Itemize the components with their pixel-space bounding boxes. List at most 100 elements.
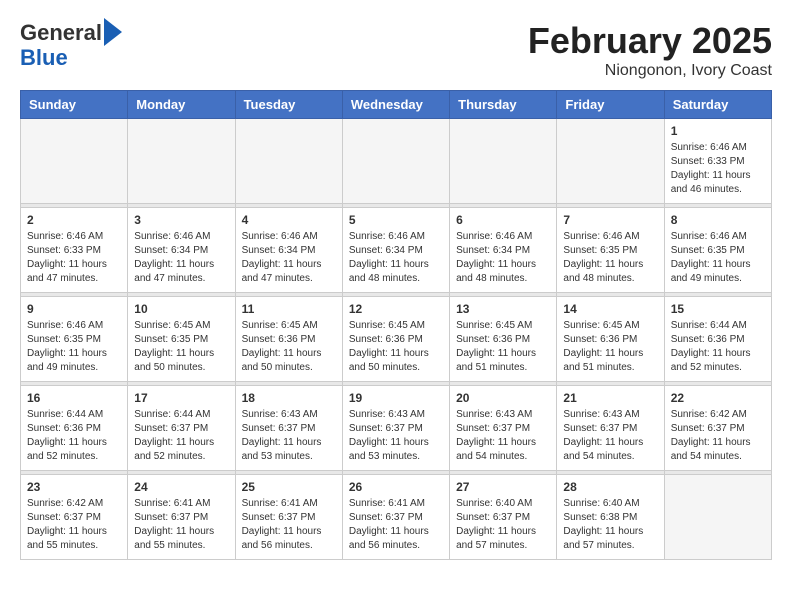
logo-blue: Blue — [20, 45, 68, 70]
day-info: Sunrise: 6:46 AM Sunset: 6:34 PM Dayligh… — [349, 230, 443, 286]
day-info: Sunrise: 6:45 AM Sunset: 6:36 PM Dayligh… — [456, 319, 550, 375]
day-number: 1 — [671, 124, 765, 138]
day-number: 20 — [456, 391, 550, 405]
day-number: 10 — [134, 302, 228, 316]
calendar-week-row: 16 Sunrise: 6:44 AM Sunset: 6:36 PM Dayli… — [21, 386, 772, 471]
calendar-subtitle: Niongonon, Ivory Coast — [528, 62, 772, 80]
logo-general: General — [20, 21, 102, 45]
calendar-cell: 21 Sunrise: 6:43 AM Sunset: 6:37 PM Dayli… — [557, 386, 664, 471]
calendar-cell — [557, 119, 664, 204]
day-info: Sunrise: 6:40 AM Sunset: 6:38 PM Dayligh… — [563, 497, 657, 553]
calendar-cell: 10 Sunrise: 6:45 AM Sunset: 6:35 PM Dayli… — [128, 297, 235, 382]
calendar-cell: 8 Sunrise: 6:46 AM Sunset: 6:35 PM Daylig… — [664, 208, 771, 293]
day-number: 22 — [671, 391, 765, 405]
day-info: Sunrise: 6:46 AM Sunset: 6:33 PM Dayligh… — [27, 230, 121, 286]
calendar-cell — [128, 119, 235, 204]
calendar-cell: 5 Sunrise: 6:46 AM Sunset: 6:34 PM Daylig… — [342, 208, 449, 293]
day-number: 2 — [27, 213, 121, 227]
day-info: Sunrise: 6:45 AM Sunset: 6:36 PM Dayligh… — [349, 319, 443, 375]
day-info: Sunrise: 6:41 AM Sunset: 6:37 PM Dayligh… — [349, 497, 443, 553]
day-info: Sunrise: 6:43 AM Sunset: 6:37 PM Dayligh… — [563, 408, 657, 464]
day-number: 27 — [456, 480, 550, 494]
day-info: Sunrise: 6:42 AM Sunset: 6:37 PM Dayligh… — [27, 497, 121, 553]
day-info: Sunrise: 6:44 AM Sunset: 6:36 PM Dayligh… — [27, 408, 121, 464]
calendar-cell: 22 Sunrise: 6:42 AM Sunset: 6:37 PM Dayli… — [664, 386, 771, 471]
calendar-cell: 24 Sunrise: 6:41 AM Sunset: 6:37 PM Dayli… — [128, 475, 235, 560]
day-info: Sunrise: 6:46 AM Sunset: 6:33 PM Dayligh… — [671, 141, 765, 197]
weekday-header-saturday: Saturday — [664, 91, 771, 119]
day-info: Sunrise: 6:40 AM Sunset: 6:37 PM Dayligh… — [456, 497, 550, 553]
day-number: 13 — [456, 302, 550, 316]
day-info: Sunrise: 6:46 AM Sunset: 6:34 PM Dayligh… — [242, 230, 336, 286]
day-info: Sunrise: 6:46 AM Sunset: 6:35 PM Dayligh… — [27, 319, 121, 375]
calendar-cell: 2 Sunrise: 6:46 AM Sunset: 6:33 PM Daylig… — [21, 208, 128, 293]
page-header: General Blue February 2025 Niongonon, Iv… — [20, 20, 772, 80]
day-number: 6 — [456, 213, 550, 227]
day-info: Sunrise: 6:44 AM Sunset: 6:37 PM Dayligh… — [134, 408, 228, 464]
day-number: 23 — [27, 480, 121, 494]
calendar-cell — [450, 119, 557, 204]
calendar-week-row: 9 Sunrise: 6:46 AM Sunset: 6:35 PM Daylig… — [21, 297, 772, 382]
calendar-cell — [664, 475, 771, 560]
calendar-cell: 13 Sunrise: 6:45 AM Sunset: 6:36 PM Dayli… — [450, 297, 557, 382]
day-number: 25 — [242, 480, 336, 494]
title-block: February 2025 Niongonon, Ivory Coast — [528, 20, 772, 80]
calendar-cell: 20Sunrise: 6:43 AM Sunset: 6:37 PM Dayli… — [450, 386, 557, 471]
day-number: 8 — [671, 213, 765, 227]
calendar-cell: 28 Sunrise: 6:40 AM Sunset: 6:38 PM Dayli… — [557, 475, 664, 560]
calendar-cell: 4Sunrise: 6:46 AM Sunset: 6:34 PM Daylig… — [235, 208, 342, 293]
weekday-header-tuesday: Tuesday — [235, 91, 342, 119]
day-info: Sunrise: 6:41 AM Sunset: 6:37 PM Dayligh… — [242, 497, 336, 553]
day-number: 9 — [27, 302, 121, 316]
day-number: 18 — [242, 391, 336, 405]
day-number: 15 — [671, 302, 765, 316]
weekday-header-sunday: Sunday — [21, 91, 128, 119]
calendar-cell: 12 Sunrise: 6:45 AM Sunset: 6:36 PM Dayli… — [342, 297, 449, 382]
calendar-title: February 2025 — [528, 20, 772, 62]
calendar-cell: 11Sunrise: 6:45 AM Sunset: 6:36 PM Dayli… — [235, 297, 342, 382]
calendar-week-row: 23 Sunrise: 6:42 AM Sunset: 6:37 PM Dayli… — [21, 475, 772, 560]
calendar-cell: 1 Sunrise: 6:46 AM Sunset: 6:33 PM Daylig… — [664, 119, 771, 204]
day-info: Sunrise: 6:42 AM Sunset: 6:37 PM Dayligh… — [671, 408, 765, 464]
day-number: 21 — [563, 391, 657, 405]
day-info: Sunrise: 6:46 AM Sunset: 6:34 PM Dayligh… — [134, 230, 228, 286]
day-number: 16 — [27, 391, 121, 405]
day-info: Sunrise: 6:45 AM Sunset: 6:35 PM Dayligh… — [134, 319, 228, 375]
calendar-cell: 15 Sunrise: 6:44 AM Sunset: 6:36 PM Dayli… — [664, 297, 771, 382]
calendar-cell: 23 Sunrise: 6:42 AM Sunset: 6:37 PM Dayli… — [21, 475, 128, 560]
day-info: Sunrise: 6:45 AM Sunset: 6:36 PM Dayligh… — [563, 319, 657, 375]
calendar-cell: 14 Sunrise: 6:45 AM Sunset: 6:36 PM Dayli… — [557, 297, 664, 382]
calendar-cell — [235, 119, 342, 204]
day-info: Sunrise: 6:41 AM Sunset: 6:37 PM Dayligh… — [134, 497, 228, 553]
day-info: Sunrise: 6:44 AM Sunset: 6:36 PM Dayligh… — [671, 319, 765, 375]
day-info: Sunrise: 6:43 AM Sunset: 6:37 PM Dayligh… — [242, 408, 336, 464]
calendar-cell: 16 Sunrise: 6:44 AM Sunset: 6:36 PM Dayli… — [21, 386, 128, 471]
calendar-cell: 25 Sunrise: 6:41 AM Sunset: 6:37 PM Dayli… — [235, 475, 342, 560]
day-number: 7 — [563, 213, 657, 227]
day-number: 14 — [563, 302, 657, 316]
day-number: 28 — [563, 480, 657, 494]
calendar-cell: 27 Sunrise: 6:40 AM Sunset: 6:37 PM Dayli… — [450, 475, 557, 560]
day-number: 19 — [349, 391, 443, 405]
weekday-header-friday: Friday — [557, 91, 664, 119]
day-number: 3 — [134, 213, 228, 227]
day-number: 5 — [349, 213, 443, 227]
calendar-cell: 7 Sunrise: 6:46 AM Sunset: 6:35 PM Daylig… — [557, 208, 664, 293]
calendar-cell: 19Sunrise: 6:43 AM Sunset: 6:37 PM Dayli… — [342, 386, 449, 471]
calendar-cell: 6 Sunrise: 6:46 AM Sunset: 6:34 PM Daylig… — [450, 208, 557, 293]
day-info: Sunrise: 6:46 AM Sunset: 6:35 PM Dayligh… — [563, 230, 657, 286]
calendar-cell: 17 Sunrise: 6:44 AM Sunset: 6:37 PM Dayli… — [128, 386, 235, 471]
calendar-week-row: 2 Sunrise: 6:46 AM Sunset: 6:33 PM Daylig… — [21, 208, 772, 293]
calendar-cell: 3 Sunrise: 6:46 AM Sunset: 6:34 PM Daylig… — [128, 208, 235, 293]
day-number: 24 — [134, 480, 228, 494]
weekday-header-thursday: Thursday — [450, 91, 557, 119]
weekday-header-monday: Monday — [128, 91, 235, 119]
day-number: 12 — [349, 302, 443, 316]
day-number: 17 — [134, 391, 228, 405]
day-info: Sunrise: 6:46 AM Sunset: 6:34 PM Dayligh… — [456, 230, 550, 286]
day-info: Sunrise: 6:46 AM Sunset: 6:35 PM Dayligh… — [671, 230, 765, 286]
calendar-cell: 9 Sunrise: 6:46 AM Sunset: 6:35 PM Daylig… — [21, 297, 128, 382]
calendar-cell — [342, 119, 449, 204]
calendar-table: SundayMondayTuesdayWednesdayThursdayFrid… — [20, 90, 772, 560]
calendar-cell: 26Sunrise: 6:41 AM Sunset: 6:37 PM Dayli… — [342, 475, 449, 560]
